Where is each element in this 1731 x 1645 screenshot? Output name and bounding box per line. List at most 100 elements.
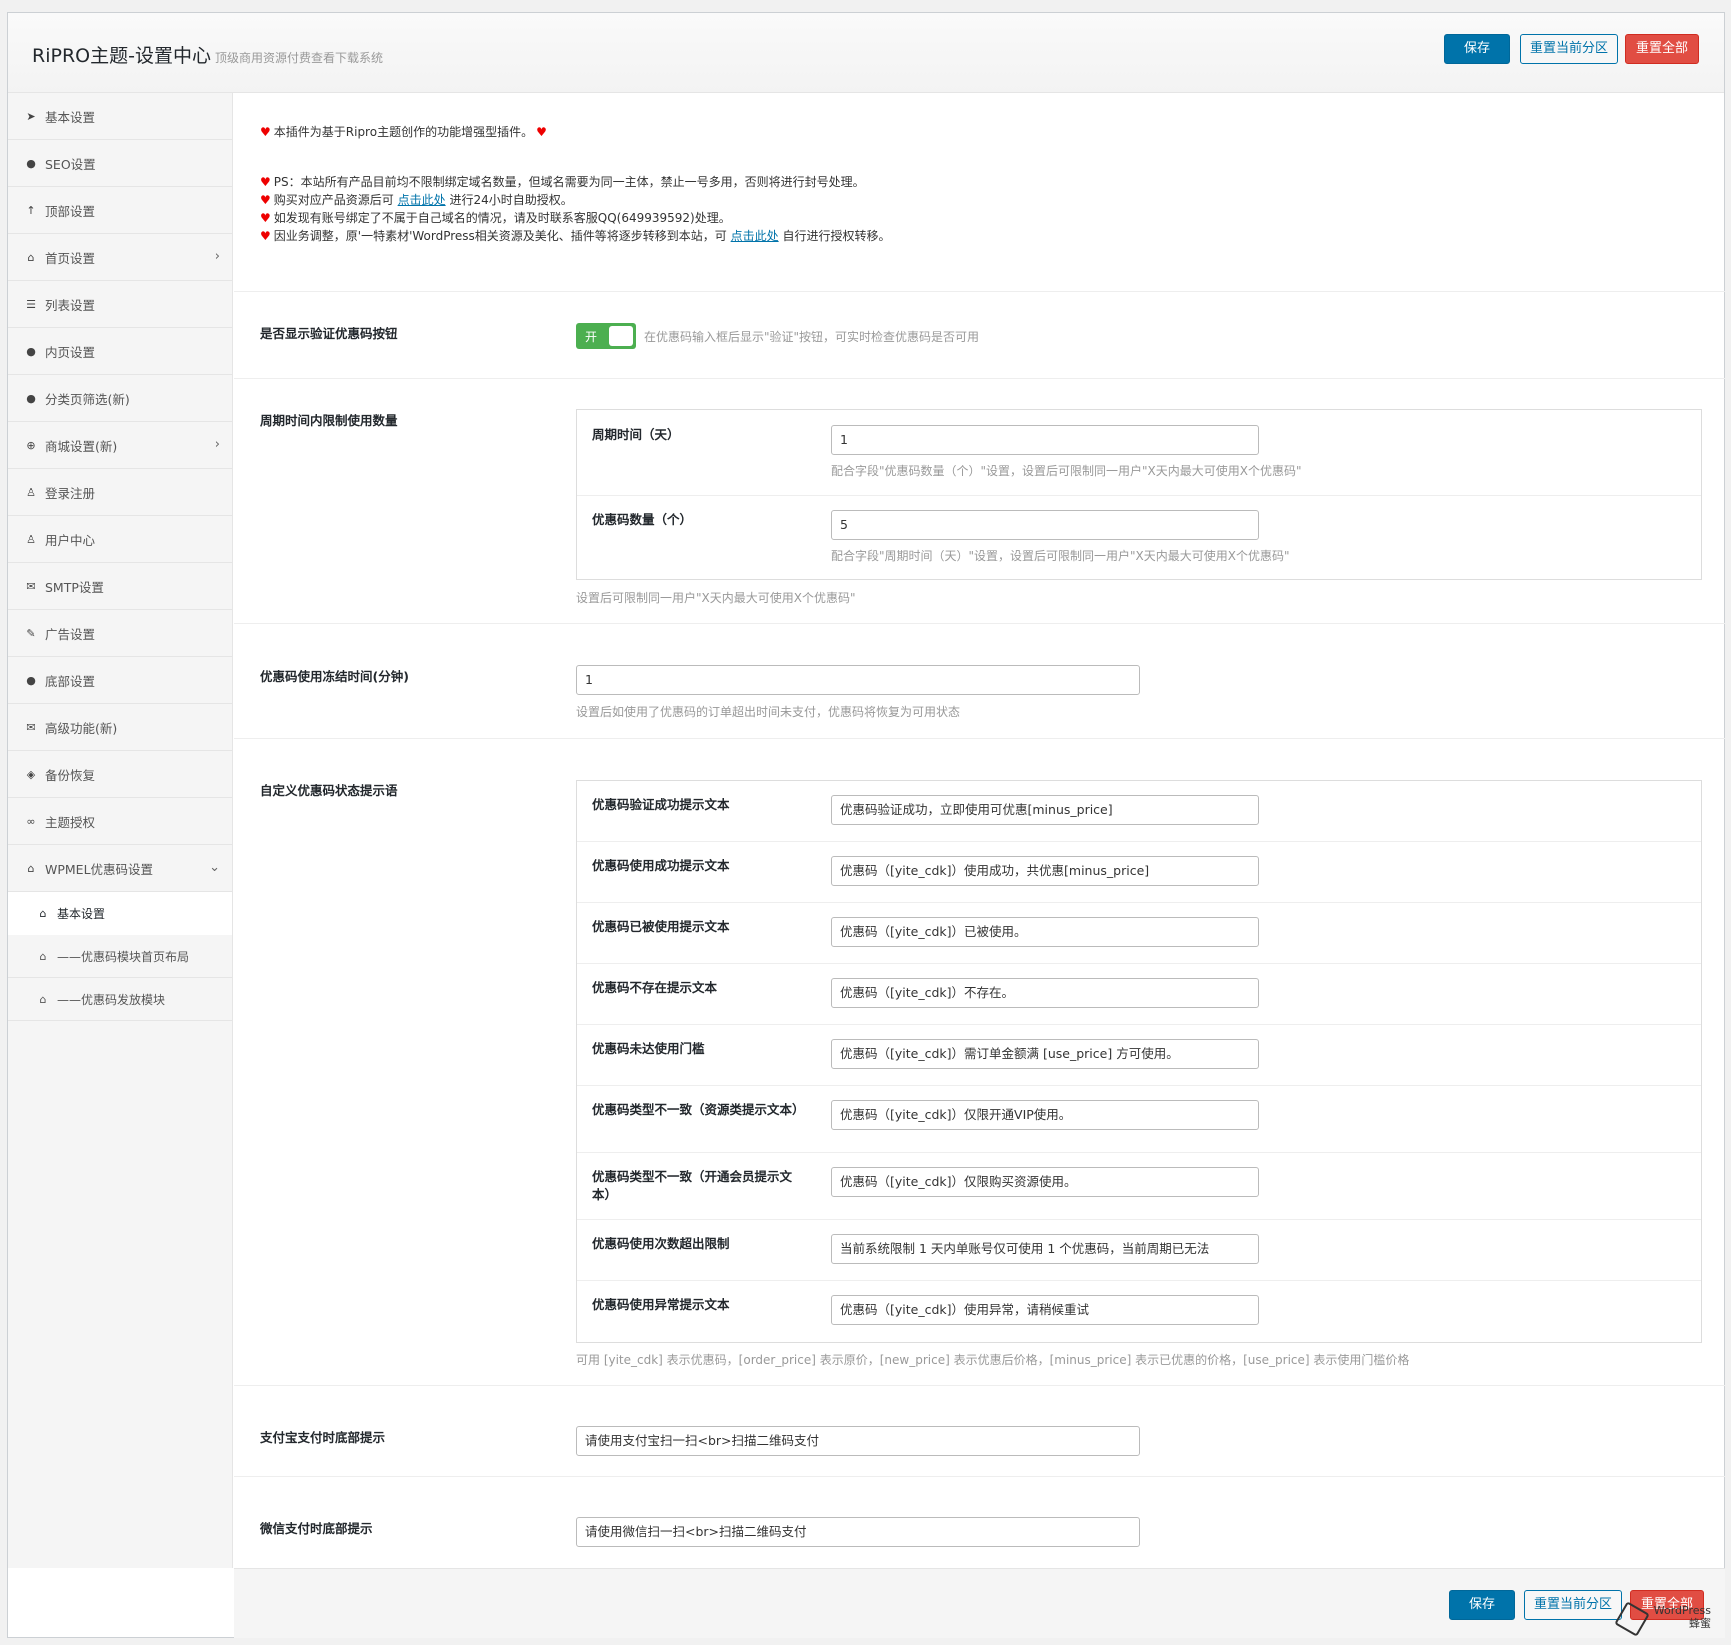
chevron-right-icon: ›: [214, 437, 220, 452]
notice-text: PS：本站所有产品目前均不限制绑定域名数量，但域名需要为同一主体，禁止一号多用，…: [273, 175, 865, 189]
sidebar-item-label: 高级功能(新): [45, 720, 118, 736]
circle-icon: ●: [26, 391, 36, 405]
heart-icon: ♥: [260, 175, 271, 189]
show-verify-toggle[interactable]: 开: [576, 323, 636, 349]
sidebar-item-list[interactable]: ☰ 列表设置: [8, 281, 232, 328]
chevron-right-icon: ›: [214, 249, 220, 264]
alipay-tip-label: 支付宝支付时底部提示: [260, 1430, 386, 1445]
row-divider: [577, 1280, 1701, 1281]
sidebar-item-license[interactable]: ∞ 主题授权: [8, 798, 232, 845]
msg-use-success-input[interactable]: 优惠码（[yite_cdk]）使用成功，共优惠[minus_price]: [831, 856, 1259, 886]
sidebar-item-label: 用户中心: [45, 532, 96, 548]
sidebar-subitem-label: 基本设置: [57, 907, 106, 921]
msg-type-resource-label: 优惠码类型不一致（资源类提示文本）: [592, 1102, 805, 1117]
handshake-icon: ∞: [26, 814, 36, 828]
msg-not-exist-input[interactable]: 优惠码（[yite_cdk]）不存在。: [831, 978, 1259, 1008]
list-icon: ☰: [26, 297, 36, 311]
toggle-label: 开: [585, 330, 598, 344]
period-limit-label: 周期时间内限制使用数量: [260, 413, 398, 428]
sidebar-item-login[interactable]: ♙ 登录注册: [8, 469, 232, 516]
period-days-input[interactable]: 1: [831, 425, 1259, 455]
footer-reset-section-button[interactable]: 重置当前分区: [1524, 1590, 1622, 1620]
msg-limit-exceeded-label: 优惠码使用次数超出限制: [592, 1236, 730, 1251]
envelope-icon: ✉: [26, 579, 36, 593]
msg-error-label: 优惠码使用异常提示文本: [592, 1297, 730, 1312]
msg-type-vip-input[interactable]: 优惠码（[yite_cdk]）仅限购买资源使用。: [831, 1167, 1259, 1197]
freeze-time-desc: 设置后如使用了优惠码的订单超出时间未支付，优惠码将恢复为可用状态: [576, 705, 961, 719]
alipay-tip-input[interactable]: 请使用支付宝扫一扫<br>扫描二维码支付: [576, 1426, 1140, 1456]
chevron-down-icon: ⌄: [209, 860, 220, 875]
sidebar-item-label: 广告设置: [45, 626, 96, 642]
row-divider: [577, 963, 1701, 964]
sidebar-item-label: 顶部设置: [45, 203, 96, 219]
sidebar-item-top[interactable]: ↑ 顶部设置: [8, 187, 232, 234]
coupon-count-input[interactable]: 5: [831, 510, 1259, 540]
notice-text: 因业务调整，原'一特素材'WordPress相关资源及美化、插件等将逐步转移到本…: [273, 229, 727, 243]
wechat-tip-input[interactable]: 请使用微信扫一扫<br>扫描二维码支付: [576, 1517, 1140, 1547]
sidebar-item-shop[interactable]: ⊕ 商城设置(新) ›: [8, 422, 232, 469]
sidebar-item-ads[interactable]: ✎ 广告设置: [8, 610, 232, 657]
watermark: WordPress 蜂蜜: [1654, 1604, 1711, 1630]
heart-icon: ♥: [260, 125, 271, 139]
notice-line: ♥ 因业务调整，原'一特素材'WordPress相关资源及美化、插件等将逐步转移到…: [260, 227, 890, 244]
period-limit-group: 周期时间（天） 1 配合字段"优惠码数量（个）"设置，设置后可限制同一用户"X天…: [576, 409, 1702, 580]
msg-verify-success-input[interactable]: 优惠码验证成功，立即使用可优惠[minus_price]: [831, 795, 1259, 825]
app-title: RiPRO主题-设置中心: [32, 45, 211, 67]
save-button[interactable]: 保存: [1444, 34, 1510, 64]
footer-bar: 保存 重置当前分区 重置全部 WordPress 蜂蜜: [234, 1568, 1725, 1638]
rocket-icon: ➤: [26, 109, 36, 123]
sidebar-subitem-home-layout[interactable]: ⌂ ——优惠码模块首页布局: [8, 935, 232, 978]
arrow-up-icon: ↑: [26, 203, 36, 217]
sidebar-item-basic[interactable]: ➤ 基本设置: [8, 93, 232, 140]
home-icon: ⌂: [39, 992, 47, 1006]
sidebar-item-home[interactable]: ⌂ 首页设置 ›: [8, 234, 232, 281]
sidebar-item-label: 底部设置: [45, 673, 96, 689]
sidebar-item-smtp[interactable]: ✉ SMTP设置: [8, 563, 232, 610]
notice-line: ♥ 本插件为基于Ripro主题创作的功能增强型插件。 ♥: [260, 123, 550, 140]
toggle-knob: [609, 326, 633, 346]
home-icon: ⌂: [27, 861, 35, 875]
sidebar-item-label: 列表设置: [45, 297, 96, 313]
watermark-line2: 蜂蜜: [1689, 1617, 1711, 1630]
sidebar-item-user-center[interactable]: ♙ 用户中心: [8, 516, 232, 563]
transfer-link[interactable]: 点击此处: [731, 229, 779, 243]
row-divider: [577, 1219, 1701, 1220]
msg-threshold-input[interactable]: 优惠码（[yite_cdk]）需订单金额满 [use_price] 方可使用。: [831, 1039, 1259, 1069]
sidebar-subitem-basic[interactable]: ⌂ 基本设置: [8, 892, 232, 935]
messages-group: 优惠码验证成功提示文本 优惠码验证成功，立即使用可优惠[minus_price]…: [576, 780, 1702, 1343]
period-days-label: 周期时间（天）: [592, 427, 680, 442]
envelope-icon: ✉: [26, 720, 36, 734]
notice-text: 如发现有账号绑定了不属于自己域名的情况，请及时联系客服QQ(649939592)…: [273, 211, 731, 225]
messages-desc: 可用 [yite_cdk] 表示优惠码，[order_price] 表示原价，[…: [576, 1353, 1410, 1367]
footer-save-button[interactable]: 保存: [1449, 1590, 1515, 1620]
reset-section-button[interactable]: 重置当前分区: [1520, 34, 1618, 64]
sidebar-item-label: 内页设置: [45, 344, 96, 360]
sidebar-item-advanced[interactable]: ✉ 高级功能(新): [8, 704, 232, 751]
sidebar-subitem-label: ——优惠码模块首页布局: [57, 949, 190, 964]
home-icon: ⌂: [39, 949, 47, 963]
sidebar-item-seo[interactable]: ● SEO设置: [8, 140, 232, 187]
authorize-link[interactable]: 点击此处: [398, 193, 446, 207]
sidebar-item-label: 商城设置(新): [45, 438, 118, 454]
msg-used-input[interactable]: 优惠码（[yite_cdk]）已被使用。: [831, 917, 1259, 947]
sidebar-item-category-filter[interactable]: ● 分类页筛选(新): [8, 375, 232, 422]
row-divider: [577, 495, 1701, 496]
sidebar-item-inner[interactable]: ● 内页设置: [8, 328, 232, 375]
row-divider: [577, 1024, 1701, 1025]
show-verify-desc: 在优惠码输入框后显示"验证"按钮，可实时检查优惠码是否可用: [644, 330, 980, 344]
msg-type-vip-label: 优惠码类型不一致（开通会员提示文本）: [592, 1169, 793, 1202]
divider: [234, 1385, 1725, 1386]
msg-limit-exceeded-input[interactable]: 当前系统限制 1 天内单账号仅可使用 1 个优惠码，当前周期已无法: [831, 1234, 1259, 1264]
freeze-time-input[interactable]: 1: [576, 665, 1140, 695]
sidebar-item-wpmel[interactable]: ⌂ WPMEL优惠码设置 ⌄: [8, 845, 232, 892]
sidebar-item-backup[interactable]: ◈ 备份恢复: [8, 751, 232, 798]
msg-used-label: 优惠码已被使用提示文本: [592, 919, 730, 934]
coupon-count-label: 优惠码数量（个）: [592, 512, 693, 527]
row-divider: [577, 902, 1701, 903]
sidebar-item-footer[interactable]: ● 底部设置: [8, 657, 232, 704]
msg-verify-success-label: 优惠码验证成功提示文本: [592, 797, 730, 812]
msg-error-input[interactable]: 优惠码（[yite_cdk]）使用异常，请稍候重试: [831, 1295, 1259, 1325]
msg-type-resource-input[interactable]: 优惠码（[yite_cdk]）仅限开通VIP使用。: [831, 1100, 1259, 1130]
sidebar-subitem-distribution[interactable]: ⌂ ——优惠码发放模块: [8, 978, 232, 1021]
reset-all-button[interactable]: 重置全部: [1625, 34, 1699, 64]
